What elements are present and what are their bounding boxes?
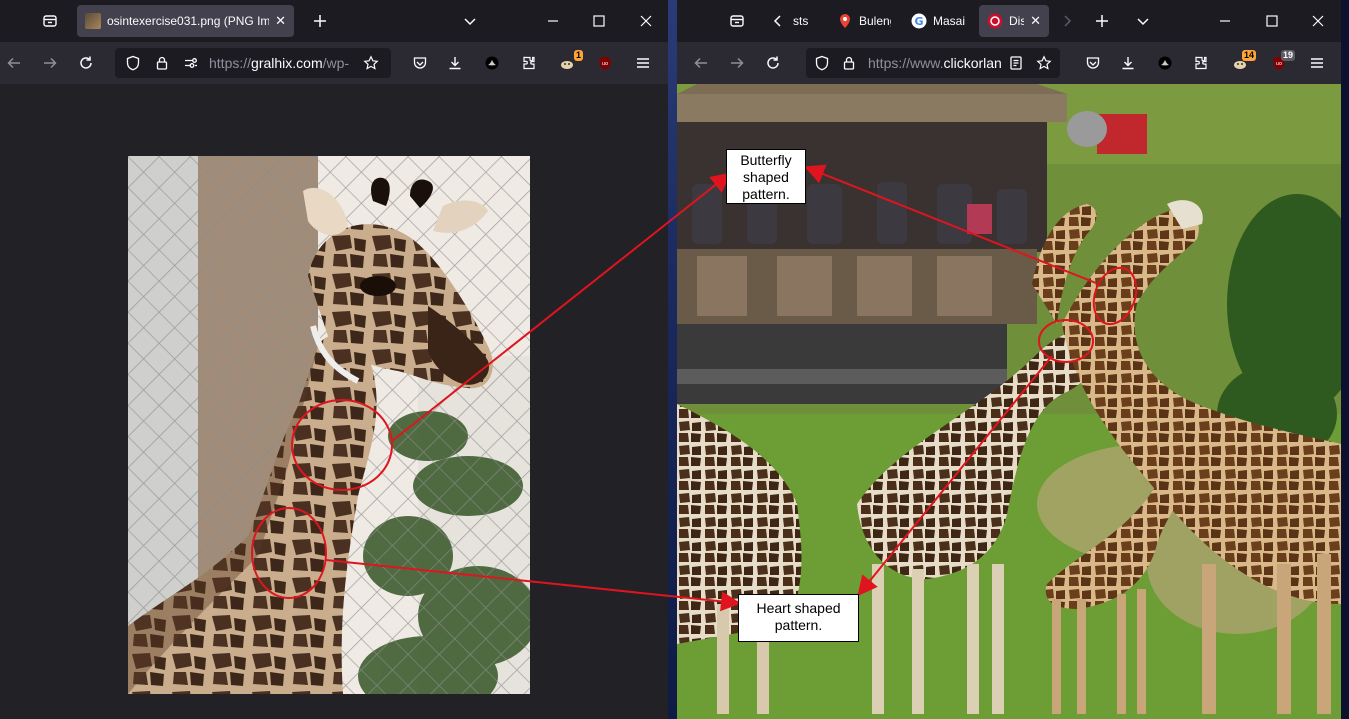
star-icon[interactable] bbox=[1030, 49, 1058, 77]
forward-icon[interactable] bbox=[723, 49, 751, 77]
new-tab-icon[interactable] bbox=[306, 7, 334, 35]
lock-icon[interactable] bbox=[835, 49, 863, 77]
new-tab-icon[interactable] bbox=[1088, 7, 1116, 35]
permissions-icon[interactable] bbox=[177, 49, 205, 77]
heart-callout: Heart shaped pattern. bbox=[738, 594, 859, 642]
desktop-edge bbox=[1341, 0, 1349, 719]
google-icon: G bbox=[911, 13, 927, 29]
reader-icon[interactable] bbox=[1002, 49, 1030, 77]
pocket-icon[interactable] bbox=[406, 49, 434, 77]
chevron-down-icon[interactable] bbox=[456, 7, 484, 35]
chevron-down-icon[interactable] bbox=[1129, 7, 1157, 35]
ublock-icon[interactable]: uo 19 bbox=[1265, 49, 1295, 77]
reload-icon[interactable] bbox=[72, 49, 100, 77]
image-favicon-icon bbox=[85, 13, 101, 29]
tab-manager-icon[interactable] bbox=[36, 7, 64, 35]
maximize-icon[interactable] bbox=[585, 7, 613, 35]
extension-badge: 14 bbox=[1241, 50, 1256, 61]
cat-extension-icon[interactable]: 1 bbox=[553, 49, 583, 77]
back-icon[interactable] bbox=[687, 49, 715, 77]
svg-text:uo: uo bbox=[602, 61, 608, 67]
reload-icon[interactable] bbox=[759, 49, 787, 77]
tab-item[interactable]: Buleng bbox=[829, 5, 899, 37]
svg-text:G: G bbox=[914, 15, 923, 28]
close-tab-icon[interactable]: ✕ bbox=[1030, 13, 1041, 29]
window-divider bbox=[668, 0, 677, 719]
url-text[interactable]: https://gralhix.com/wp- bbox=[209, 48, 355, 78]
url-bar[interactable]: https://www.clickorlan bbox=[806, 48, 1060, 78]
lock-icon[interactable] bbox=[148, 49, 176, 77]
maps-pin-icon bbox=[837, 13, 853, 29]
tab-bar: sts Buleng G Masai Dis ✕ bbox=[677, 0, 1341, 42]
baby-giraffe-photo bbox=[128, 156, 530, 694]
tab-manager-icon[interactable] bbox=[723, 7, 751, 35]
nav-bar: https://www.clickorlan 14 uo 19 bbox=[677, 42, 1341, 84]
download-icon[interactable] bbox=[441, 49, 469, 77]
nav-bar: https://gralhix.com/wp- 1 uo bbox=[0, 42, 668, 84]
minimize-icon[interactable] bbox=[539, 7, 567, 35]
close-icon[interactable] bbox=[1304, 7, 1332, 35]
tab-item[interactable]: G Masai bbox=[903, 5, 979, 37]
download-icon[interactable] bbox=[1114, 49, 1142, 77]
menu-icon[interactable] bbox=[1303, 49, 1331, 77]
maximize-icon[interactable] bbox=[1258, 7, 1286, 35]
dark-reader-icon[interactable] bbox=[478, 49, 506, 77]
shield-icon[interactable] bbox=[808, 49, 836, 77]
disney-icon bbox=[987, 13, 1003, 29]
close-tab-icon[interactable]: ✕ bbox=[275, 13, 286, 29]
back-icon[interactable] bbox=[0, 49, 28, 77]
ublock-badge: 19 bbox=[1280, 50, 1295, 61]
shield-icon[interactable] bbox=[119, 49, 147, 77]
close-icon[interactable] bbox=[632, 7, 660, 35]
extension-icon[interactable] bbox=[515, 49, 543, 77]
butterfly-callout: Butterfly shaped pattern. bbox=[726, 149, 806, 204]
pocket-icon[interactable] bbox=[1079, 49, 1107, 77]
tab-item[interactable]: sts bbox=[785, 5, 825, 37]
tab-active[interactable]: osintexercise031.png (PNG Imag ✕ bbox=[77, 5, 294, 37]
star-icon[interactable] bbox=[357, 49, 385, 77]
ublock-icon[interactable]: uo bbox=[591, 49, 619, 77]
tab-bar: osintexercise031.png (PNG Imag ✕ bbox=[0, 0, 668, 42]
extension-badge: 1 bbox=[573, 50, 583, 61]
extension-icon[interactable] bbox=[1187, 49, 1215, 77]
menu-icon[interactable] bbox=[629, 49, 657, 77]
cat-extension-icon[interactable]: 14 bbox=[1226, 49, 1256, 77]
url-bar[interactable]: https://gralhix.com/wp- bbox=[115, 48, 391, 78]
tab-title: osintexercise031.png (PNG Imag bbox=[107, 14, 270, 28]
dark-reader-icon[interactable] bbox=[1151, 49, 1179, 77]
svg-text:uo: uo bbox=[1276, 61, 1282, 67]
url-text[interactable]: https://www.clickorlan bbox=[868, 48, 1006, 78]
scroll-tabs-right-icon[interactable] bbox=[1053, 7, 1081, 35]
forward-icon[interactable] bbox=[36, 49, 64, 77]
tab-active[interactable]: Dis ✕ bbox=[979, 5, 1049, 37]
minimize-icon[interactable] bbox=[1211, 7, 1239, 35]
left-browser-window: osintexercise031.png (PNG Imag ✕ https:/… bbox=[0, 0, 668, 719]
